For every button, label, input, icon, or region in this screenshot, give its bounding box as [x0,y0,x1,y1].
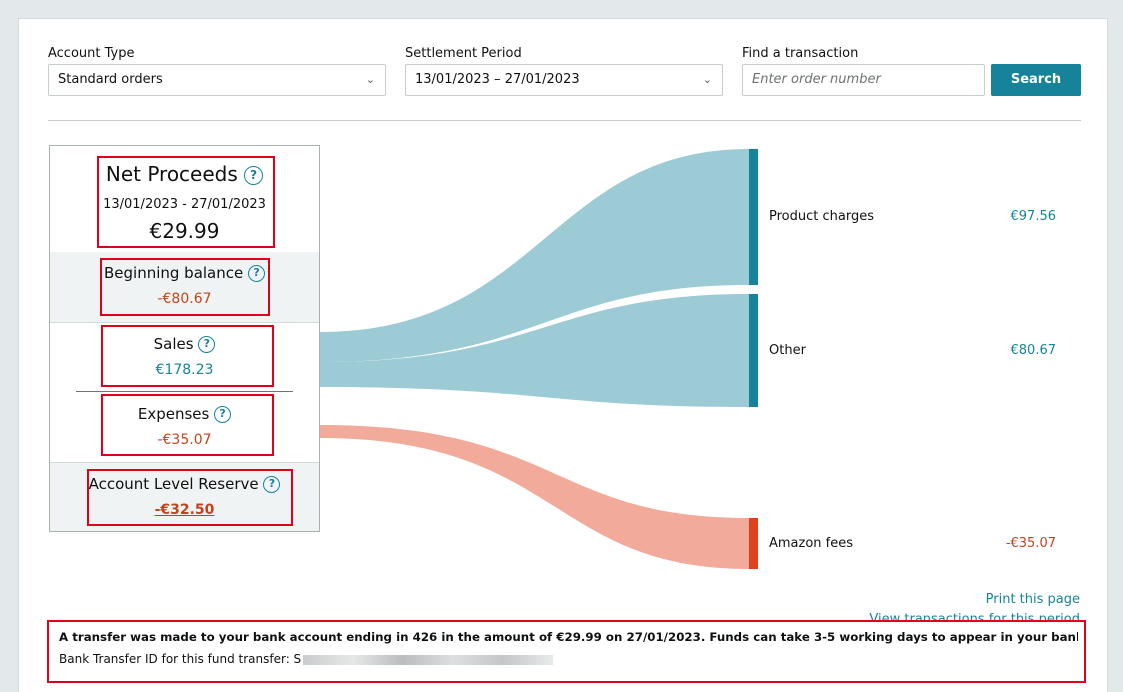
search-button[interactable]: Search [991,64,1081,96]
highlight-box [101,325,274,387]
account-type-label: Account Type [48,46,135,61]
chevron-down-icon: ⌄ [702,73,712,86]
other-label: Other [769,343,806,358]
chevron-down-icon: ⌄ [365,73,375,86]
row-separator [50,322,319,323]
highlight-box [100,258,270,316]
divider [48,120,1081,121]
redacted-transfer-id [303,654,554,665]
highlight-box [101,394,274,456]
account-type-value: Standard orders [58,72,163,87]
account-type-select[interactable]: Standard orders ⌄ [48,64,386,96]
highlight-box [97,156,275,248]
bar-product-charges [749,149,758,285]
amazon-fees-amount: -€35.07 [1005,536,1056,551]
transfer-notice: A transfer was made to your bank account… [47,620,1086,683]
order-number-placeholder: Enter order number [752,72,881,87]
settlement-period-label: Settlement Period [405,46,522,61]
flow-diagram [320,149,758,569]
find-transaction-label: Find a transaction [742,46,859,61]
print-page-link[interactable]: Print this page [881,592,1080,607]
product-charges-label: Product charges [769,209,874,224]
transfer-id-line: Bank Transfer ID for this fund transfer:… [59,652,554,666]
amazon-fees-label: Amazon fees [769,536,854,551]
flow-amazon-fees [320,425,749,569]
transfer-id-prefix: Bank Transfer ID for this fund transfer:… [59,652,302,666]
settlement-panel: Account Type Standard orders ⌄ Settlemen… [18,18,1108,692]
bar-amazon-fees [749,518,758,569]
transfer-message: A transfer was made to your bank account… [59,630,1078,644]
row-separator [50,462,319,463]
order-number-input[interactable]: Enter order number [742,64,985,96]
settlement-period-select[interactable]: 13/01/2023 – 27/01/2023 ⌄ [405,64,723,96]
bar-other [749,294,758,407]
settlement-period-value: 13/01/2023 – 27/01/2023 [415,72,580,87]
other-amount: €80.67 [1010,343,1057,358]
product-charges-amount: €97.56 [1010,209,1057,224]
highlight-box [87,469,293,526]
sales-expenses-divider [76,391,293,392]
